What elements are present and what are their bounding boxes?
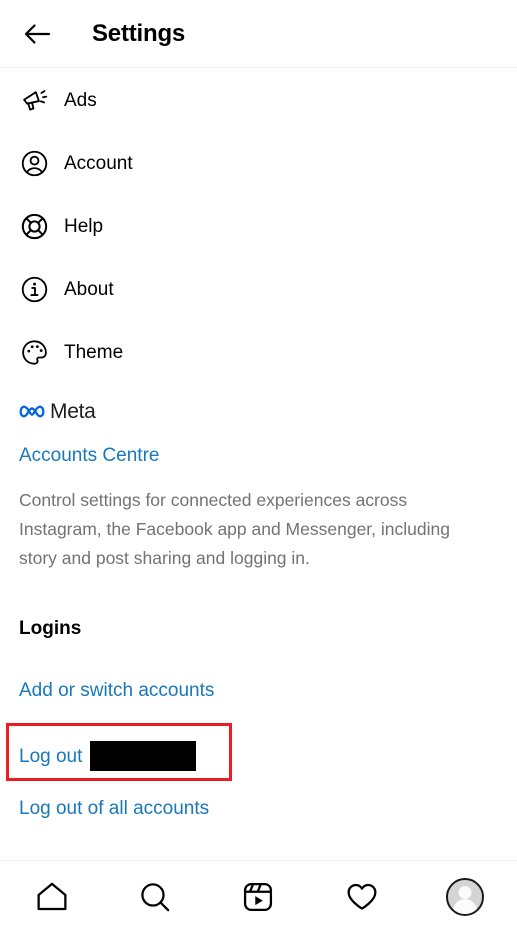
logins-heading: Logins — [19, 618, 82, 639]
menu-item-account[interactable]: Account — [0, 132, 517, 195]
meta-brand-label: Meta — [50, 399, 96, 423]
palette-icon — [19, 338, 49, 368]
nav-home[interactable] — [22, 868, 82, 926]
meta-infinity-icon — [19, 402, 45, 420]
nav-profile[interactable] — [435, 868, 495, 926]
settings-scroll-area: Ads Account Help About Theme Meta Accoun… — [0, 69, 517, 860]
arrow-left-icon — [24, 23, 51, 44]
menu-item-theme[interactable]: Theme — [0, 321, 517, 384]
redacted-username-bar — [90, 741, 197, 771]
meta-brand-row: Meta — [19, 398, 498, 424]
meta-description: Control settings for connected experienc… — [19, 490, 450, 568]
avatar-head — [458, 886, 472, 899]
menu-item-label: Account — [64, 153, 133, 174]
meta-section: Meta Accounts Centre Control settings fo… — [0, 384, 517, 573]
person-circle-icon — [19, 149, 49, 179]
reels-icon — [244, 882, 273, 912]
avatar-body — [453, 899, 478, 914]
page-title: Settings — [92, 19, 186, 47]
logout-link[interactable]: Log out — [19, 747, 82, 766]
menu-item-label: Theme — [64, 342, 124, 363]
avatar-icon — [446, 878, 485, 916]
nav-search[interactable] — [125, 868, 185, 926]
lifebuoy-icon — [19, 212, 49, 242]
logout-all-accounts-link[interactable]: Log out of all accounts — [19, 799, 209, 818]
nav-activity[interactable] — [332, 868, 392, 926]
menu-item-help[interactable]: Help — [0, 195, 517, 258]
accounts-centre-link[interactable]: Accounts Centre — [19, 446, 159, 465]
home-icon — [37, 882, 67, 911]
app-header: Settings — [0, 0, 517, 68]
megaphone-icon — [19, 86, 49, 116]
menu-item-label: About — [64, 279, 114, 300]
nav-reels[interactable] — [228, 868, 288, 926]
logout-link-group[interactable]: Log out — [19, 741, 197, 771]
add-or-switch-accounts-link[interactable]: Add or switch accounts — [19, 681, 214, 700]
bottom-navigation-bar — [0, 860, 517, 933]
logout-row: Log out — [0, 723, 517, 781]
search-icon — [141, 883, 170, 912]
menu-item-about[interactable]: About — [0, 258, 517, 321]
add-or-switch-accounts-link-wrap: Add or switch accounts — [0, 681, 517, 701]
heart-icon — [347, 883, 377, 910]
menu-item-label: Ads — [64, 90, 97, 111]
logout-all-link-wrap: Log out of all accounts — [0, 799, 517, 819]
menu-item-ads[interactable]: Ads — [0, 69, 517, 132]
menu-item-label: Help — [64, 216, 104, 237]
info-circle-icon — [19, 275, 49, 305]
back-button[interactable] — [18, 15, 56, 53]
